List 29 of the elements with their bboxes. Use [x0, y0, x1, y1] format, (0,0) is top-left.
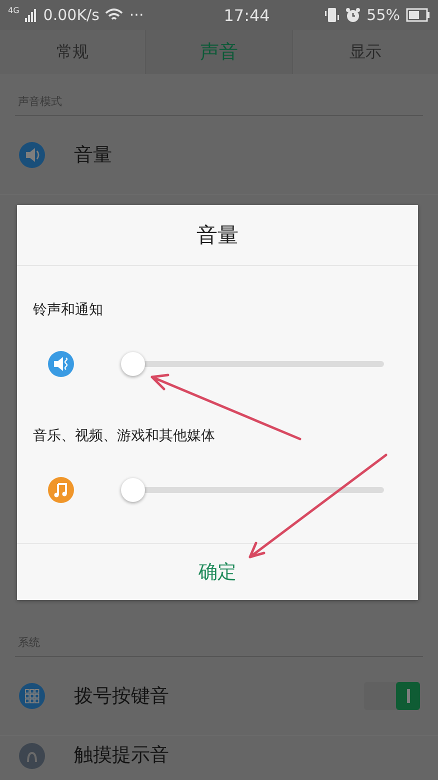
- dialpad-icon: [18, 682, 46, 710]
- network-speed: 0.00K/s: [43, 6, 100, 24]
- settings-row[interactable]: 触摸提示音: [0, 736, 438, 780]
- battery-icon: [406, 8, 430, 22]
- settings-row[interactable]: 拨号按键音: [0, 657, 438, 736]
- clock: 17:44: [224, 6, 270, 24]
- speaker-icon: [18, 141, 46, 169]
- touch-icon: [18, 742, 46, 770]
- toggle-switch[interactable]: [364, 682, 420, 710]
- row-label: 音量: [74, 143, 113, 168]
- slider-label: 音乐、视频、游戏和其他媒体: [33, 427, 216, 445]
- alarm-icon: [344, 7, 361, 23]
- dialog-title: 音量: [196, 222, 238, 249]
- more-indicator: ···: [129, 6, 144, 24]
- slider-label: 铃声和通知: [33, 301, 104, 319]
- settings-row[interactable]: 音量: [0, 116, 438, 195]
- vibrate-icon: [324, 7, 339, 23]
- battery-percent: 55%: [366, 6, 400, 24]
- slider-thumb[interactable]: [121, 478, 145, 502]
- row-label: 触摸提示音: [74, 743, 170, 768]
- network-type: 4G: [8, 6, 20, 15]
- ringer-icon: [47, 350, 75, 378]
- confirm-button[interactable]: 确定: [182, 553, 252, 591]
- row-label: 拨号按键音: [74, 684, 170, 709]
- signal-icon: [25, 8, 38, 22]
- slider-thumb[interactable]: [121, 352, 145, 376]
- wifi-icon: [105, 8, 124, 22]
- music-note-icon: [47, 476, 75, 504]
- on-mark-icon: [406, 689, 410, 703]
